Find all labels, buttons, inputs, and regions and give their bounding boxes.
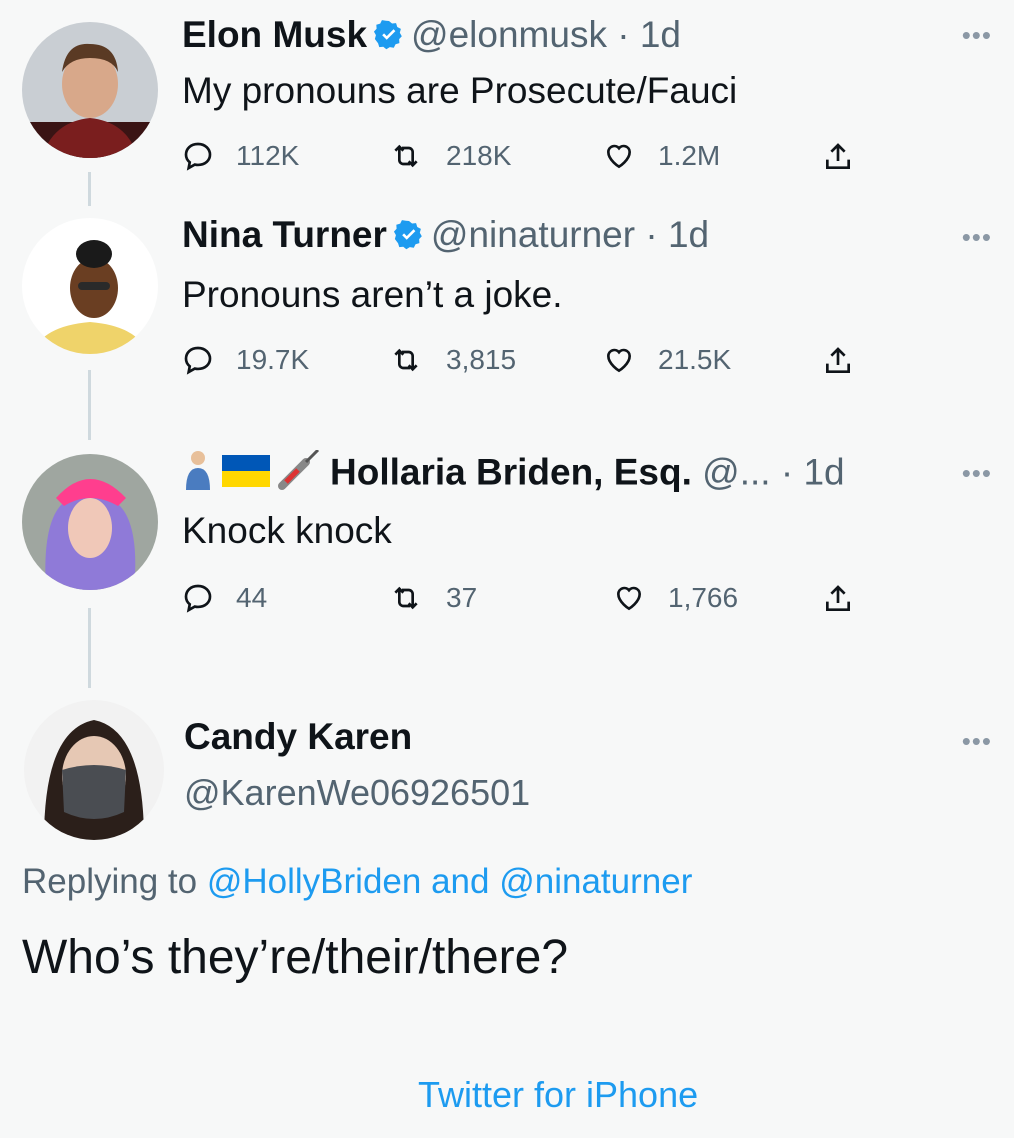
handle[interactable]: @KarenWe06926501: [184, 772, 530, 814]
like-count: 21.5K: [658, 344, 732, 375]
tweet-header: Hollaria Briden, Esq. @... · 1d: [182, 448, 845, 499]
timestamp[interactable]: · 1d: [645, 214, 709, 255]
reply-count: 44: [236, 582, 268, 613]
avatar-nina[interactable]: [22, 218, 158, 354]
reply-count: 19.7K: [236, 344, 310, 375]
replying-and: and: [431, 862, 490, 901]
share-icon: [822, 582, 854, 616]
display-name[interactable]: Hollaria Briden, Esq.: [330, 451, 692, 492]
retweet-button[interactable]: 218K: [388, 140, 511, 172]
syringe-icon: [278, 448, 322, 499]
replying-prefix: Replying to: [22, 862, 198, 901]
tweet-elon[interactable]: Elon Musk @elonmusk · 1d ••• My pronouns …: [0, 0, 1014, 206]
main-tweet-text: Who’s they’re/their/there?: [22, 931, 569, 984]
tweet-hollaria[interactable]: Hollaria Briden, Esq. @... · 1d ••• Knoc…: [0, 430, 1014, 700]
reply-button[interactable]: 44: [182, 582, 267, 614]
retweet-button[interactable]: 3,815: [388, 344, 516, 376]
share-button[interactable]: [822, 344, 854, 378]
timestamp[interactable]: · 1d: [781, 451, 845, 492]
display-name[interactable]: Candy Karen: [184, 716, 412, 757]
heart-icon: [602, 140, 636, 172]
more-icon[interactable]: •••: [962, 20, 992, 51]
more-icon[interactable]: •••: [962, 726, 992, 757]
more-icon[interactable]: •••: [962, 458, 992, 489]
avatar-hollaria[interactable]: [22, 454, 158, 590]
reply-icon: [182, 344, 214, 376]
mention-hollybriden[interactable]: @HollyBriden: [207, 862, 422, 901]
timestamp[interactable]: · 1d: [617, 14, 681, 55]
main-tweet[interactable]: Candy Karen @KarenWe06926501 ••• Replyin…: [0, 690, 1014, 1138]
handle[interactable]: @ninaturner: [431, 214, 635, 255]
ukraine-flag-icon: [222, 454, 270, 496]
reply-button[interactable]: 112K: [182, 140, 299, 172]
reply-count: 112K: [236, 140, 300, 171]
retweet-count: 218K: [446, 140, 512, 171]
like-button[interactable]: 1,766: [612, 582, 738, 614]
avatar-elon[interactable]: [22, 22, 158, 158]
retweet-icon: [388, 582, 424, 614]
reply-icon: [182, 582, 214, 614]
verified-badge-icon: [393, 218, 425, 260]
like-count: 1.2M: [658, 140, 721, 171]
retweet-icon: [388, 344, 424, 376]
reply-button[interactable]: 19.7K: [182, 344, 309, 376]
tweet-source[interactable]: Twitter for iPhone: [418, 1074, 698, 1116]
replying-to: Replying to @HollyBriden and @ninaturner: [22, 862, 692, 902]
mention-ninaturner[interactable]: @ninaturner: [499, 862, 692, 901]
handle[interactable]: @...: [702, 451, 770, 492]
avatar-candy[interactable]: [24, 700, 164, 840]
verified-badge-icon: [373, 18, 405, 60]
person-emoji-icon: [182, 450, 214, 499]
tweet-actions: 19.7K 3,815 21.5K: [182, 344, 882, 384]
tweet-text: Pronouns aren’t a joke.: [182, 274, 563, 315]
heart-icon: [602, 344, 636, 376]
like-button[interactable]: 21.5K: [602, 344, 731, 376]
tweet-header: Candy Karen: [184, 716, 412, 758]
share-icon: [822, 344, 854, 378]
tweet-nina[interactable]: Nina Turner @ninaturner · 1d ••• Pronouns…: [0, 200, 1014, 440]
retweet-icon: [388, 140, 424, 172]
retweet-count: 3,815: [446, 344, 517, 375]
share-icon: [822, 140, 854, 174]
share-button[interactable]: [822, 582, 854, 616]
tweet-text: Knock knock: [182, 510, 392, 551]
retweet-count: 37: [446, 582, 478, 613]
retweet-button[interactable]: 37: [388, 582, 477, 614]
thread-line: [88, 608, 91, 688]
more-icon[interactable]: •••: [962, 222, 992, 253]
like-button[interactable]: 1.2M: [602, 140, 720, 172]
tweet-header: Nina Turner @ninaturner · 1d: [182, 214, 709, 260]
display-name[interactable]: Elon Musk: [182, 14, 367, 55]
reply-icon: [182, 140, 214, 172]
heart-icon: [612, 582, 646, 614]
tweet-actions: 44 37 1,766: [182, 582, 882, 622]
tweet-text: My pronouns are Prosecute/Fauci: [182, 70, 738, 111]
share-button[interactable]: [822, 140, 854, 174]
tweet-header: Elon Musk @elonmusk · 1d: [182, 14, 681, 60]
tweet-actions: 112K 218K 1.2M: [182, 140, 882, 180]
like-count: 1,766: [668, 582, 739, 613]
display-name[interactable]: Nina Turner: [182, 214, 387, 255]
handle[interactable]: @elonmusk: [411, 14, 607, 55]
